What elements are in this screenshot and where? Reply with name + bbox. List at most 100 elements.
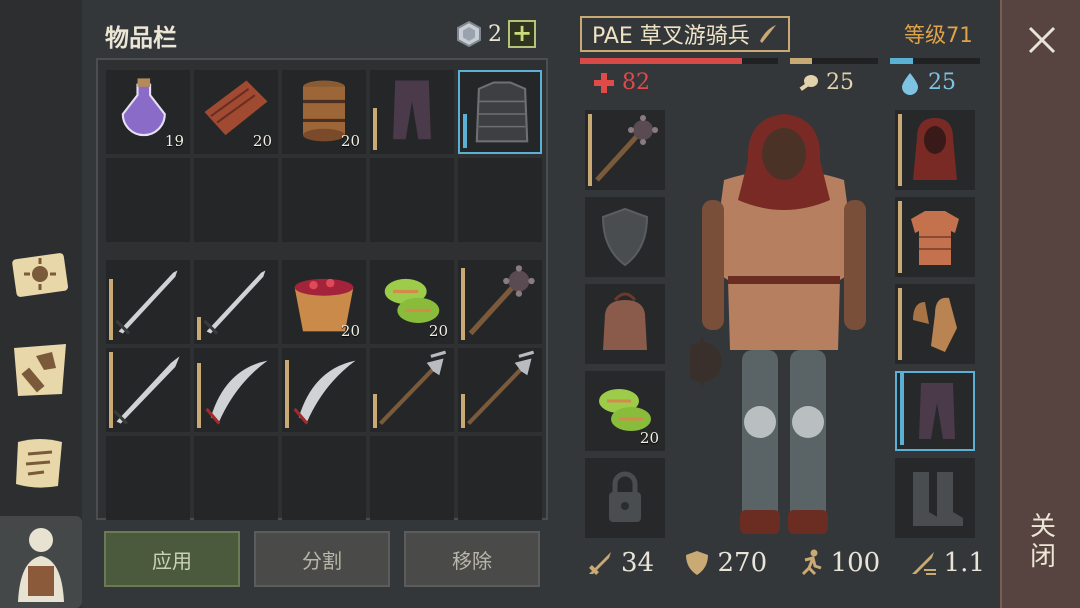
equipment-slot-right[interactable] [895,458,975,538]
food-bar [790,58,878,64]
water-drop-icon [902,72,918,95]
tab-build[interactable] [8,338,72,402]
inventory-slot[interactable] [370,348,454,432]
inventory-slot[interactable]: 20 [282,70,366,154]
inventory-slot[interactable] [282,436,366,520]
close-label[interactable]: 关闭 [1028,512,1058,572]
scimitar-icon [205,360,268,425]
remove-button[interactable]: 移除 [404,531,540,587]
item-count: 20 [340,322,360,340]
inventory-slot[interactable]: 19 [106,70,190,154]
inventory-slot[interactable] [106,436,190,520]
inventory-slot[interactable] [458,158,542,242]
character-name-box[interactable]: PAE 草叉游骑兵 [580,16,790,52]
add-currency-button[interactable]: + [508,20,536,48]
inventory-slot[interactable] [370,70,454,154]
inventory-slot[interactable] [194,158,278,242]
close-icon[interactable] [1022,20,1062,60]
inventory-slot[interactable] [370,436,454,520]
tab-map[interactable] [8,432,72,496]
water-value: 25 [928,70,956,95]
equipment-slot-right[interactable] [895,284,975,364]
pants-icon [393,80,431,140]
food-value: 25 [826,70,854,95]
split-button[interactable]: 分割 [254,531,390,587]
attack-speed-value: 1.1 [943,548,985,578]
item-count: 20 [340,132,360,150]
inventory-slot[interactable] [194,260,278,344]
food-stat: 25 [796,70,854,95]
durability-bar [373,394,377,428]
mace-icon [595,115,658,182]
inventory-slot[interactable] [194,436,278,520]
apply-button[interactable]: 应用 [104,531,240,587]
close-panel[interactable]: 关闭 [1000,0,1080,608]
tab-crafting[interactable] [8,242,72,306]
food-bar-fill [790,58,812,64]
item-count: 19 [164,132,184,150]
inventory-slot[interactable] [458,70,542,154]
item-count: 20 [252,132,272,150]
speed-value: 100 [830,548,881,578]
mace-icon [468,265,535,336]
inventory-slot[interactable]: 20 [282,260,366,344]
attack-stat: 34 [585,548,654,578]
armor-shield-icon [685,551,708,575]
inventory-slot[interactable]: 20 [370,260,454,344]
inventory-slot[interactable] [106,260,190,344]
durability-bar [900,373,904,445]
attack-speed-stat: 1.1 [908,548,985,578]
hammer-icon [14,344,66,396]
health-bar-fill [580,58,743,64]
durability-bar [197,363,201,428]
inventory-slot[interactable] [282,158,366,242]
inventory-slot[interactable] [106,158,190,242]
health-value: 82 [622,70,650,95]
character-level: 等级71 [904,23,973,47]
durability-bar [898,201,902,273]
item-count: 20 [639,429,659,447]
inventory-slot[interactable] [282,348,366,432]
combat-stats: 34 270 100 1.1 [585,548,985,578]
health-stat: 82 [592,70,650,95]
chainmail-icon [475,81,529,143]
inventory-slot[interactable] [458,436,542,520]
left-tab-bar [0,0,82,608]
equipment-slot-right[interactable] [895,110,975,190]
inventory-slot[interactable] [106,348,190,432]
durability-bar [109,279,113,340]
equipment-slot-left[interactable] [585,110,665,190]
durability-bar [588,114,592,186]
durability-bar [898,288,902,360]
equipment-slot-left[interactable] [585,284,665,364]
health-bar [580,58,778,64]
water-stat: 25 [898,70,956,95]
equipment-slot-right[interactable] [895,197,975,277]
scimitar-icon [293,360,356,425]
inventory-slot[interactable] [194,348,278,432]
attack-speed-icon [911,552,936,575]
armor-stat: 270 [682,548,767,578]
equipment-slot-left[interactable] [585,458,665,538]
equipment-slot-left[interactable]: 20 [585,371,665,451]
health-cross-icon [594,72,614,93]
sword-attack-icon [589,552,611,575]
equipment-slot-left[interactable] [585,197,665,277]
sword-icon [203,270,266,335]
item-count: 20 [428,322,448,340]
currency-value: 2 [488,21,502,47]
equipment-slot-right[interactable] [895,371,975,451]
speed-stat: 100 [795,548,881,578]
coin-icon [457,21,481,47]
inventory-slot[interactable] [370,158,454,242]
pants-icon [919,383,955,439]
inventory-slot[interactable]: 20 [194,70,278,154]
long-sword-icon [113,356,180,425]
running-speed-icon [801,549,822,576]
inventory-slot[interactable] [458,348,542,432]
durability-bar [461,394,465,428]
durability-bar [898,114,902,186]
tab-inventory[interactable] [0,516,82,608]
durability-bar [197,317,201,340]
inventory-slot[interactable] [458,260,542,344]
